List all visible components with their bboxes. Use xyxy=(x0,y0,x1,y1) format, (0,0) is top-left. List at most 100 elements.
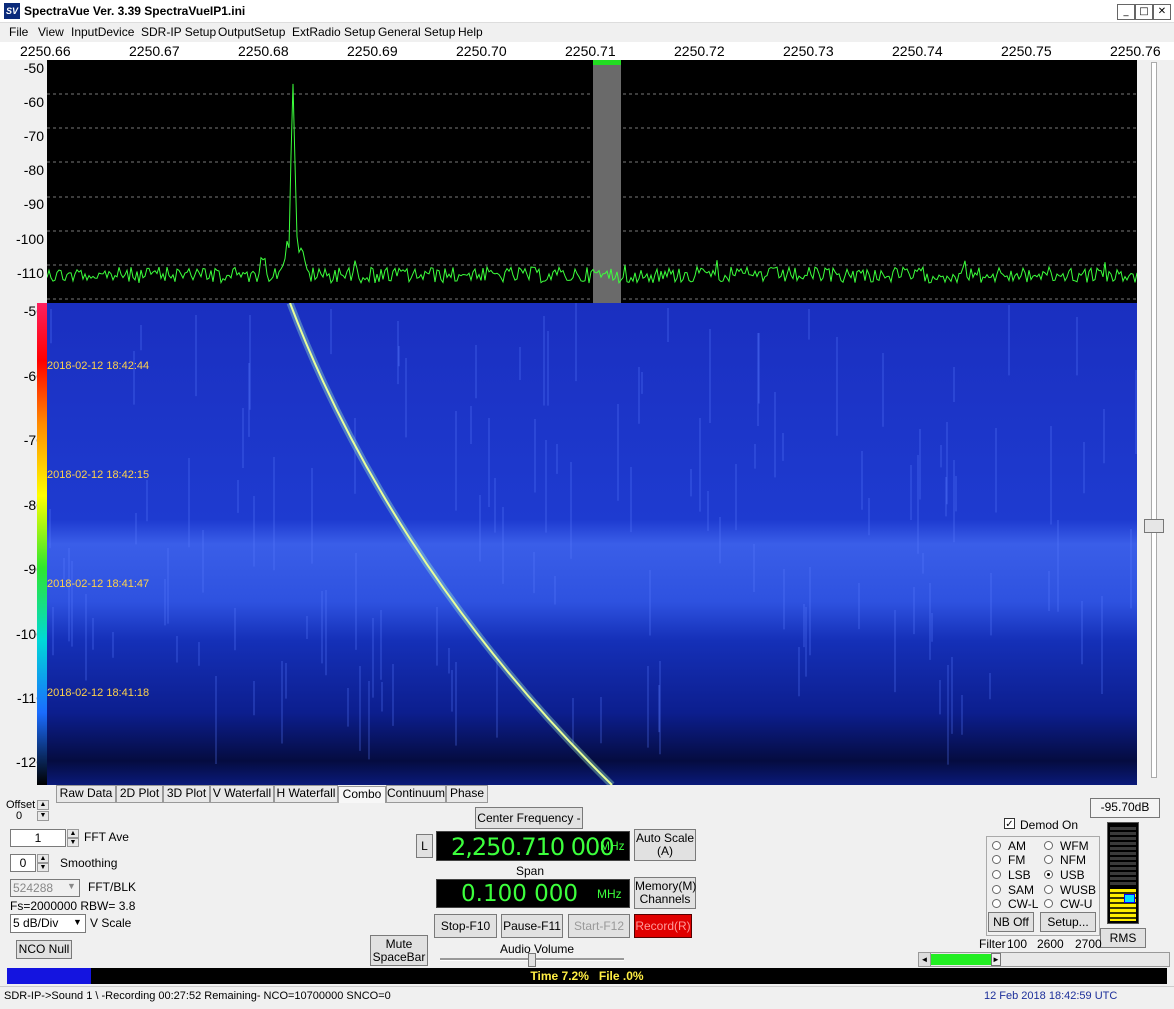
mode-fm-radio[interactable] xyxy=(992,855,1001,864)
fft-ave-down-button[interactable]: ▼ xyxy=(67,838,79,847)
fft-ave-up-button[interactable]: ▲ xyxy=(67,829,79,838)
vscale-dropdown-icon[interactable]: ▼ xyxy=(73,917,82,927)
tab-h-waterfall[interactable]: H Waterfall xyxy=(274,785,338,803)
filter-passband[interactable] xyxy=(931,954,991,965)
filter-scroll-left-icon[interactable]: ◄ xyxy=(919,953,931,966)
setup-button[interactable]: Setup... xyxy=(1040,912,1096,932)
mode-sam-radio[interactable] xyxy=(992,885,1001,894)
mode-nfm-radio[interactable] xyxy=(1044,855,1053,864)
smoothing-input[interactable]: 0 xyxy=(10,854,36,872)
rms-button[interactable]: RMS xyxy=(1100,928,1146,948)
tab-raw-data[interactable]: Raw Data xyxy=(56,785,116,803)
tab-phase[interactable]: Phase xyxy=(446,785,488,803)
vertical-slider-thumb[interactable] xyxy=(1144,519,1164,533)
waterfall-display[interactable] xyxy=(47,303,1137,785)
menu-file[interactable]: File xyxy=(9,25,28,39)
fft-blk-dropdown-icon[interactable]: ▼ xyxy=(67,881,76,891)
spectrum-db-label: -70 xyxy=(23,128,44,144)
spectrum-db-label: -80 xyxy=(23,162,44,178)
auto-scale-button[interactable]: Auto Scale (A) xyxy=(634,829,696,861)
menu-extradio-setup[interactable]: ExtRadio Setup xyxy=(292,25,375,39)
demod-on-checkbox[interactable]: ✓ xyxy=(1004,818,1015,830)
mode-cw-u-label: CW-U xyxy=(1060,897,1093,911)
center-frequency-unit: MHz xyxy=(600,839,625,853)
fft-ave-label: FFT Ave xyxy=(84,830,129,844)
menu-general-setup[interactable]: General Setup xyxy=(378,25,455,39)
nb-off-button[interactable]: NB Off xyxy=(988,912,1034,932)
start-button[interactable]: Start-F12 xyxy=(568,914,630,938)
span-display[interactable]: 0.100 000 MHz xyxy=(436,879,630,908)
vscale-label: V Scale xyxy=(90,916,132,930)
demod-filter-marker[interactable] xyxy=(593,60,621,65)
record-button[interactable]: Record(R) xyxy=(634,914,692,938)
mode-wfm-radio[interactable] xyxy=(1044,841,1053,850)
filter-center-value: 2600 xyxy=(1037,937,1064,951)
offset-down-button[interactable]: ▼ xyxy=(37,811,49,821)
pause-button[interactable]: Pause-F11 xyxy=(501,914,563,938)
demod-on-label: Demod On xyxy=(1020,818,1079,832)
menu-sdr-ip-setup[interactable]: SDR-IP Setup xyxy=(141,25,216,39)
stop-button[interactable]: Stop-F10 xyxy=(434,914,497,938)
filter-high-value: 2700 xyxy=(1075,937,1102,951)
mode-sam-label: SAM xyxy=(1008,883,1035,897)
filter-scrollbar[interactable]: ◄ ► xyxy=(918,952,1170,967)
freq-tick: 2250.67 xyxy=(129,43,180,59)
spectrum-plot[interactable] xyxy=(47,60,1137,303)
menu-inputdevice[interactable]: InputDevice xyxy=(71,25,134,39)
filter-scroll-thumb-icon[interactable]: ► xyxy=(991,953,1001,966)
tab-3d-plot[interactable]: 3D Plot xyxy=(163,785,210,803)
smoothing-label: Smoothing xyxy=(60,856,118,870)
nco-null-button[interactable]: NCO Null xyxy=(16,940,72,959)
status-left-text: SDR-IP->Sound 1 \ -Recording 00:27:52 Re… xyxy=(4,990,391,1002)
demod-filter-band[interactable] xyxy=(593,60,621,303)
mode-wusb-radio[interactable] xyxy=(1044,885,1053,894)
offset-up-button[interactable]: ▲ xyxy=(37,800,49,810)
mute-button[interactable]: Mute SpaceBar xyxy=(370,935,428,966)
spectrum-db-label: -60 xyxy=(23,94,44,110)
center-frequency-value: 2,250.710 000 xyxy=(451,833,615,861)
tab-v-waterfall[interactable]: V Waterfall xyxy=(210,785,274,803)
mode-usb-radio[interactable] xyxy=(1044,870,1053,879)
close-icon[interactable]: ✕ xyxy=(1153,4,1171,20)
memory-channels-button[interactable]: Memory(M) Channels xyxy=(634,877,696,909)
spectrum-grid xyxy=(47,93,1137,300)
waterfall-timestamp: 2018-02-12 18:42:15 xyxy=(47,469,150,481)
smoothing-up-button[interactable]: ▲ xyxy=(37,854,49,863)
lock-button[interactable]: L xyxy=(416,834,433,858)
span-unit: MHz xyxy=(597,887,622,901)
spectrum-db-label: -50 xyxy=(23,60,44,76)
mode-lsb-label: LSB xyxy=(1008,868,1031,882)
audio-volume-thumb[interactable] xyxy=(528,953,536,967)
signal-meter-empty xyxy=(1110,827,1136,887)
freq-tick: 2250.69 xyxy=(347,43,398,59)
smoothing-down-button[interactable]: ▼ xyxy=(37,863,49,872)
squelch-marker[interactable] xyxy=(1124,894,1135,903)
center-frequency-display[interactable]: 2,250.710 000 MHz xyxy=(436,831,630,861)
color-scale-bar xyxy=(37,303,47,785)
mode-cw-u-radio[interactable] xyxy=(1044,899,1053,908)
vertical-scale-slider[interactable] xyxy=(1151,62,1157,778)
tab-continuum[interactable]: Continuum xyxy=(386,785,446,803)
minimize-icon[interactable]: _ xyxy=(1117,4,1135,20)
freq-tick: 2250.76 xyxy=(1110,43,1161,59)
menu-outputsetup[interactable]: OutputSetup xyxy=(218,25,285,39)
app-icon: SV xyxy=(4,3,20,19)
fft-blk-label: FFT/BLK xyxy=(88,880,137,894)
mode-fm-label: FM xyxy=(1008,853,1026,867)
filter-low-value: 100 xyxy=(1007,937,1028,951)
offset-value: 0 xyxy=(16,810,23,822)
fft-ave-input[interactable]: 1 xyxy=(10,829,66,847)
freq-tick: 2250.73 xyxy=(783,43,834,59)
waterfall-timestamp: 2018-02-12 18:41:47 xyxy=(47,578,150,590)
mode-cw-l-radio[interactable] xyxy=(992,899,1001,908)
freq-tick: 2250.72 xyxy=(674,43,725,59)
mode-am-radio[interactable] xyxy=(992,841,1001,850)
tab-2d-plot[interactable]: 2D Plot xyxy=(116,785,163,803)
center-frequency-button[interactable]: Center Frequency - Ins xyxy=(475,807,583,845)
menu-view[interactable]: View xyxy=(38,25,64,39)
menu-help[interactable]: Help xyxy=(458,25,483,39)
maximize-icon[interactable]: □ xyxy=(1135,4,1153,20)
signal-level-readout: -95.70dB xyxy=(1090,798,1160,818)
tab-combo[interactable]: Combo xyxy=(338,786,386,803)
mode-lsb-radio[interactable] xyxy=(992,870,1001,879)
